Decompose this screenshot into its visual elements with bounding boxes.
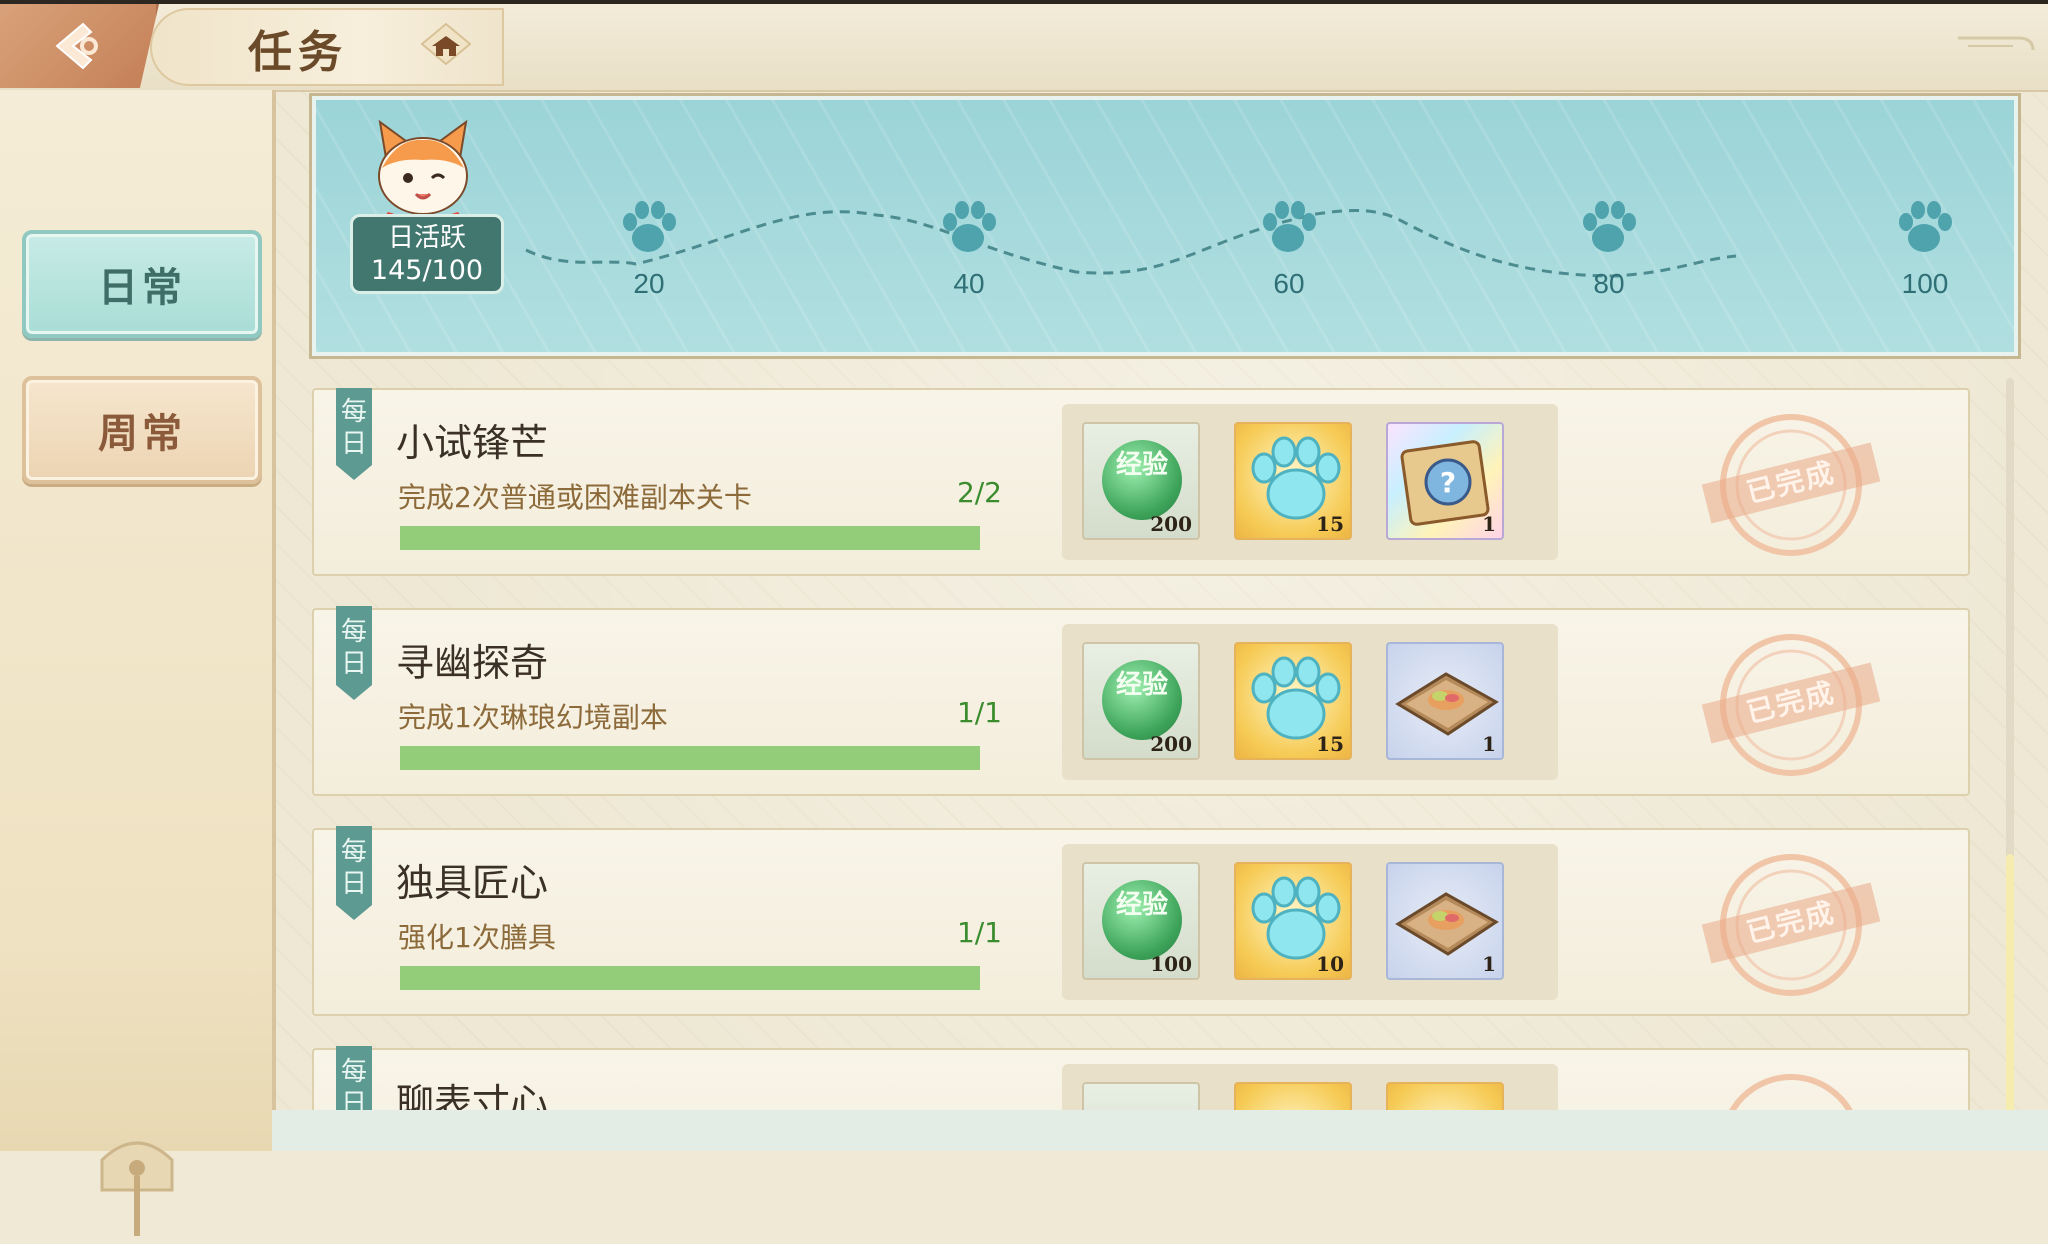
reward-exp[interactable]: 经验 200	[1082, 422, 1200, 540]
reward-item[interactable]	[1386, 1082, 1504, 1110]
page-title: 任务	[248, 27, 348, 78]
paw-icon	[943, 201, 996, 252]
daily-activity-value: 145/100	[370, 255, 484, 286]
pendant-ornament-icon	[92, 1130, 182, 1244]
task-progress-text: 2/2	[956, 476, 1002, 509]
milestone-80[interactable]: 80	[1564, 200, 1654, 300]
exp-orb-icon: 经验	[1102, 440, 1182, 520]
sidebar: 日常 周常	[0, 90, 276, 1236]
task-card: 每日 小试锋芒 完成2次普通或困难副本关卡 2/2 经验 200 15 ? 1 …	[312, 388, 1970, 576]
corner-ornament-icon	[1958, 28, 2038, 62]
reward-qty: 1	[1482, 952, 1496, 976]
task-list: 每日 小试锋芒 完成2次普通或困难副本关卡 2/2 经验 200 15 ? 1 …	[312, 388, 1970, 1110]
task-card: 每日 寻幽探奇 完成1次琳琅幻境副本 1/1 经验 200 15 1 已完成	[312, 606, 1970, 796]
task-progress-bar	[400, 966, 980, 990]
tab-daily[interactable]: 日常	[22, 230, 262, 338]
reward-qty: 15	[1316, 732, 1344, 756]
paw-icon	[1899, 201, 1952, 252]
rewards-panel	[1062, 1064, 1558, 1110]
svg-text:?: ?	[1440, 466, 1456, 499]
daily-tag: 每日	[336, 1046, 372, 1110]
rewards-panel: 经验 200 15 1	[1062, 624, 1558, 780]
reward-paw-token[interactable]: 10	[1234, 862, 1352, 980]
reward-qty: 15	[1316, 512, 1344, 536]
daily-activity-badge: 日活跃 145/100	[350, 214, 504, 294]
reward-paw-token[interactable]: 15	[1234, 642, 1352, 760]
activity-progress-path	[525, 209, 1737, 278]
task-name: 独具匠心	[396, 861, 549, 905]
exp-orb-label: 经验	[1115, 890, 1168, 920]
reward-exp[interactable]: 经验 100	[1082, 862, 1200, 980]
milestone-100[interactable]: 100	[1880, 200, 1970, 300]
exp-orb-icon: 经验	[1102, 880, 1182, 960]
task-progress-text: 1/1	[956, 916, 1002, 949]
reward-qty: 200	[1150, 512, 1192, 536]
bottom-edge	[272, 1110, 2048, 1151]
daily-tag: 每日	[336, 606, 372, 700]
completed-stamp: 已完成	[1686, 850, 1896, 1004]
back-button[interactable]	[0, 4, 159, 88]
reward-mystery-box[interactable]: ? 1	[1386, 422, 1504, 540]
reward-qty: 10	[1316, 952, 1344, 976]
daily-tag: 每日	[336, 388, 372, 480]
back-arrow-icon	[43, 16, 113, 76]
milestone-60[interactable]: 60	[1244, 200, 1334, 300]
task-card: 每日 独具匠心 强化1次膳具 1/1 经验 100 10 1 已完成	[312, 826, 1970, 1016]
reward-qty: 1	[1482, 512, 1496, 536]
reward-food-platter[interactable]: 1	[1386, 642, 1504, 760]
home-pavilion-icon[interactable]	[420, 22, 472, 70]
reward-qty: 1	[1482, 732, 1496, 756]
progress-fill	[400, 526, 980, 550]
milestone-value: 80	[1593, 268, 1625, 299]
tab-weekly[interactable]: 周常	[22, 376, 262, 484]
exp-orb-icon: 经验	[1102, 660, 1182, 740]
task-progress-bar	[400, 746, 980, 770]
milestone-value: 100	[1901, 268, 1949, 299]
daily-activity-label: 日活跃	[387, 223, 466, 253]
scrollbar-thumb[interactable]	[2006, 854, 2014, 1118]
paw-icon	[1263, 201, 1316, 252]
milestone-value: 60	[1273, 268, 1305, 299]
reward-qty: 100	[1150, 952, 1192, 976]
paw-icon	[1583, 201, 1636, 252]
milestone-40[interactable]: 40	[924, 200, 1014, 300]
daily-tag: 每日	[336, 826, 372, 920]
rewards-panel: 经验 200 15 ? 1	[1062, 404, 1558, 560]
exp-orb-label: 经验	[1115, 670, 1168, 700]
reward-exp[interactable]: 经验 200	[1082, 642, 1200, 760]
task-name: 聊表寸心	[396, 1081, 549, 1110]
task-description: 完成2次普通或困难副本关卡	[398, 481, 752, 514]
reward-paw-token[interactable]	[1234, 1082, 1352, 1110]
paw-icon	[623, 201, 676, 252]
milestone-value: 20	[633, 268, 665, 299]
progress-fill	[400, 966, 980, 990]
exp-orb-label: 经验	[1115, 450, 1168, 480]
milestone-value: 40	[953, 268, 985, 299]
completed-stamp	[1686, 1070, 1896, 1110]
task-progress-bar	[400, 526, 980, 550]
completed-stamp: 已完成	[1686, 630, 1896, 784]
completed-stamp: 已完成	[1686, 410, 1896, 564]
task-description: 完成1次琳琅幻境副本	[398, 701, 668, 734]
daily-activity-panel: 日活跃 145/100 20 40 60 80 100	[312, 96, 2018, 356]
task-progress-text: 1/1	[956, 696, 1002, 729]
reward-exp[interactable]	[1082, 1082, 1200, 1110]
task-description: 强化1次膳具	[398, 921, 556, 954]
task-name: 寻幽探奇	[396, 641, 549, 685]
stamp-seal-icon	[1729, 1074, 1853, 1110]
reward-qty: 200	[1150, 732, 1192, 756]
task-name: 小试锋芒	[396, 421, 549, 465]
task-card: 每日 聊表寸心	[312, 1046, 1970, 1110]
reward-food-platter[interactable]: 1	[1386, 862, 1504, 980]
task-list-scrollbar[interactable]	[2006, 378, 2014, 1118]
reward-paw-token[interactable]: 15	[1234, 422, 1352, 540]
progress-fill	[400, 746, 980, 770]
rewards-panel: 经验 100 10 1	[1062, 844, 1558, 1000]
milestone-20[interactable]: 20	[604, 200, 694, 300]
